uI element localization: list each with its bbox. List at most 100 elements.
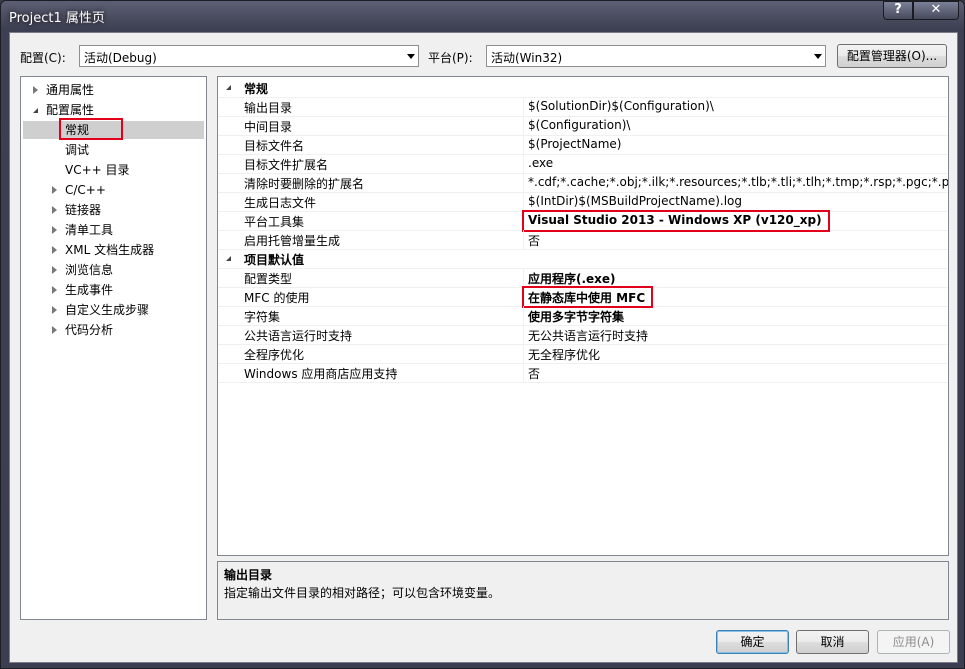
grid-row[interactable]: 目标文件名 $(ProjectName) [218,135,948,155]
expand-arrow-icon[interactable] [52,246,57,254]
grid-row[interactable]: 目标文件扩展名 .exe [218,154,948,174]
column-divider [523,344,524,363]
expand-arrow-icon[interactable] [52,286,57,294]
property-value[interactable]: 应用程序(.exe) [528,270,616,287]
tree-item[interactable]: 清单工具 [21,220,206,240]
platform-combobox[interactable]: 活动(Win32) [486,45,826,67]
tree-item-label: 自定义生成步骤 [65,303,150,317]
property-value[interactable]: 无公共语言运行时支持 [528,327,648,344]
tree-item-label: 生成事件 [65,283,114,297]
column-divider [523,306,524,325]
apply-button[interactable]: 应用(A) [877,630,950,654]
property-name: Windows 应用商店应用支持 [244,367,398,381]
chevron-down-icon [814,54,822,59]
grid-row[interactable]: 配置类型 应用程序(.exe) [218,268,948,288]
tree-item[interactable]: 常规 [21,118,206,140]
help-button[interactable]: ? [883,1,913,20]
property-name: 全程序优化 [244,348,305,362]
tree-item-label: 代码分析 [65,323,114,337]
tree-item[interactable]: 生成事件 [21,280,206,300]
property-name: 生成日志文件 [244,196,317,210]
property-name: 字符集 [244,310,281,324]
collapse-arrow-icon[interactable] [226,85,231,90]
ok-button[interactable]: 确定 [716,630,789,654]
highlight-box [522,210,830,232]
platform-combobox-value: 活动(Win32) [491,51,563,65]
close-button[interactable]: ✕ [913,1,959,20]
column-divider [523,192,524,211]
collapse-arrow-icon[interactable] [33,108,38,113]
properties-dialog: Project1 属性页 ? ✕ 配置(C): 活动(Debug) 平台(P):… [0,0,965,669]
column-divider [523,135,524,154]
tree-item[interactable]: C/C++ [21,180,206,200]
expand-arrow-icon[interactable] [52,326,57,334]
grid-row[interactable]: 公共语言运行时支持 无公共语言运行时支持 [218,325,948,345]
property-value[interactable]: $(ProjectName) [528,137,621,151]
expand-arrow-icon[interactable] [52,266,57,274]
tree-item[interactable]: 调试 [21,140,206,160]
tree-item[interactable]: 通用属性 [21,80,206,100]
tree-item-label: XML 文档生成器 [65,243,155,257]
highlight-box [59,118,123,140]
tree-item[interactable]: 浏览信息 [21,260,206,280]
grid-row[interactable]: 字符集 使用多字节字符集 [218,306,948,326]
property-name: MFC 的使用 [244,291,310,305]
grid-category-label: 常规 [244,82,269,96]
expand-arrow-icon[interactable] [52,226,57,234]
collapse-arrow-icon[interactable] [226,256,231,261]
tree-item[interactable]: 链接器 [21,200,206,220]
tree-item-label: 通用属性 [46,83,95,97]
property-value[interactable]: $(Configuration)\ [528,118,630,132]
tree-item[interactable]: 代码分析 [21,320,206,340]
tree-item-label: VC++ 目录 [65,163,130,177]
property-value[interactable]: $(SolutionDir)$(Configuration)\ [528,99,714,113]
property-value[interactable]: 无全程序优化 [528,346,600,363]
tree-item-label: 清单工具 [65,223,114,237]
property-grid[interactable]: 常规输出目录 $(SolutionDir)$(Configuration)\ 中间目… [217,76,949,556]
property-value[interactable]: 否 [528,365,540,382]
column-divider [523,363,524,382]
property-value[interactable]: $(IntDir)$(MSBuildProjectName).log [528,194,742,208]
grid-row[interactable]: 平台工具集 Visual Studio 2013 - Windows XP (v1… [218,210,948,232]
property-value[interactable]: 使用多字节字符集 [528,308,624,325]
column-divider [523,154,524,173]
property-name: 清除时要删除的扩展名 [244,177,365,191]
column-divider [523,230,524,249]
grid-category[interactable]: 常规 [218,78,948,98]
property-name: 输出目录 [244,101,293,115]
expand-arrow-icon[interactable] [52,186,57,194]
expand-arrow-icon[interactable] [52,306,57,314]
tree-item[interactable]: VC++ 目录 [21,160,206,180]
property-value[interactable]: 否 [528,232,540,249]
chevron-down-icon [407,54,415,59]
config-manager-button[interactable]: 配置管理器(O)... [837,44,947,68]
property-value[interactable]: .exe [528,156,553,170]
property-name: 目标文件名 [244,139,305,153]
config-combobox[interactable]: 活动(Debug) [79,45,419,67]
property-name: 配置类型 [244,272,293,286]
grid-row[interactable]: 启用托管增量生成 否 [218,230,948,250]
property-tree[interactable]: 通用属性配置属性 常规调试 VC++ 目录 C/C++ 链接器清单工具 XML 文档生成器… [20,76,207,620]
grid-row[interactable]: 输出目录 $(SolutionDir)$(Configuration)\ [218,97,948,117]
tree-item-label: 配置属性 [46,103,95,117]
title-bar[interactable]: Project1 属性页 ? ✕ [1,1,964,29]
grid-category[interactable]: 项目默认值 [218,249,948,269]
grid-row[interactable]: 中间目录 $(Configuration)\ [218,116,948,136]
grid-row[interactable]: 生成日志文件 $(IntDir)$(MSBuildProjectName).log [218,192,948,212]
tree-item[interactable]: 配置属性 [21,100,206,120]
expand-arrow-icon[interactable] [52,206,57,214]
grid-row[interactable]: 清除时要删除的扩展名 *.cdf;*.cache;*.obj;*.ilk;*.re… [218,173,948,193]
cancel-button[interactable]: 取消 [796,630,869,654]
config-label: 配置(C): [20,51,66,65]
grid-row[interactable]: MFC 的使用 在静态库中使用 MFC [218,286,948,308]
expand-arrow-icon[interactable] [33,86,38,94]
tree-item-label: 调试 [65,143,90,157]
tree-item[interactable]: 自定义生成步骤 [21,300,206,320]
grid-row[interactable]: 全程序优化 无全程序优化 [218,344,948,364]
platform-label: 平台(P): [428,51,473,65]
grid-row[interactable]: Windows 应用商店应用支持 否 [218,363,948,383]
tree-item[interactable]: XML 文档生成器 [21,240,206,260]
property-value[interactable]: *.cdf;*.cache;*.obj;*.ilk;*.resources;*.… [528,175,948,189]
tree-item-label: 浏览信息 [65,263,114,277]
tree-item-label: C/C++ [65,183,106,197]
